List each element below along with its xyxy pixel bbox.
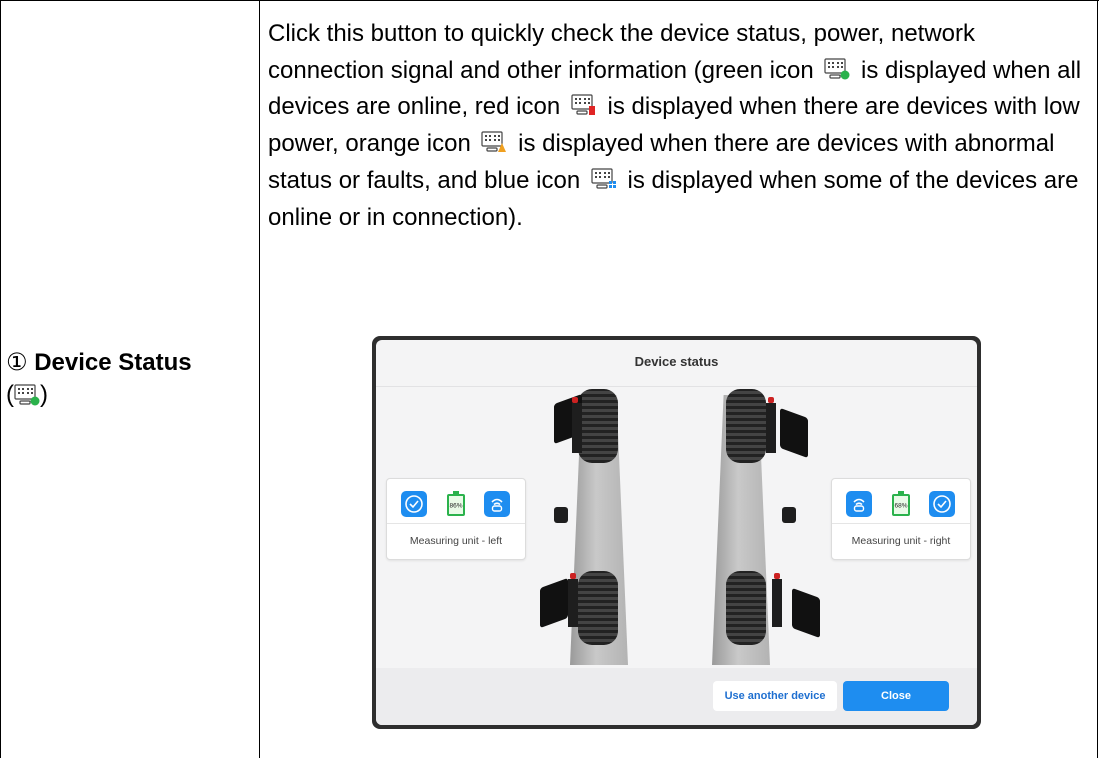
device-monitor-red-icon (571, 91, 597, 116)
unit-icons: 68% (832, 491, 970, 521)
clamp-rear-right (772, 579, 782, 627)
description: Click this button to quickly check the d… (268, 16, 1093, 236)
sensor-panel-front-right (780, 407, 808, 459)
clamp-red-marker (570, 573, 576, 579)
sensor-panel-rear-left (540, 577, 568, 629)
tire-front-right (726, 389, 766, 463)
table-border-top (0, 0, 1099, 1)
signal-icon (846, 491, 872, 517)
tire-front-left (578, 389, 618, 463)
check-icon (929, 491, 955, 517)
clamp-red-marker (572, 397, 578, 403)
device-monitor-green-icon (14, 383, 40, 406)
battery-icon: 86% (446, 491, 466, 517)
use-another-device-button[interactable]: Use another device (713, 681, 837, 711)
clamp-red-marker (774, 573, 780, 579)
battery-icon: 68% (891, 491, 911, 517)
dialog-body: 86% Measuring unit - left 68% Measuring … (376, 387, 977, 667)
measuring-unit-left-card[interactable]: 86% Measuring unit - left (386, 478, 526, 560)
tire-rear-right (726, 571, 766, 645)
close-button[interactable]: Close (843, 681, 949, 711)
tire-rear-left (578, 571, 618, 645)
label-title-line: ① Device Status (6, 347, 256, 379)
table-border-right (1097, 0, 1098, 758)
sensor-panel-rear-right (792, 587, 820, 639)
dialog-title: Device status (376, 340, 977, 387)
clamp-red-marker (768, 397, 774, 403)
device-monitor-green-icon (824, 55, 850, 80)
signal-icon (484, 491, 510, 517)
table-border-left (0, 0, 1, 758)
unit-label-right: Measuring unit - right (832, 523, 970, 560)
battery-right-text: 68% (894, 503, 907, 510)
label-title: Device Status (34, 349, 192, 376)
check-icon (401, 491, 427, 517)
device-monitor-blue-icon (591, 165, 617, 189)
measuring-unit-right-card[interactable]: 68% Measuring unit - right (831, 478, 971, 560)
circled-number: ① (6, 349, 28, 376)
device-status-dialog: Device status 86% Measuring unit - left … (376, 340, 977, 725)
clamp-rear-left (568, 579, 578, 627)
label-icon-line: () (6, 379, 256, 411)
middle-bracket-right (782, 507, 796, 523)
description-text: Click this button to quickly check the d… (268, 16, 1093, 236)
paren-open: ( (6, 381, 14, 408)
dialog-footer: Use another device Close (376, 668, 977, 725)
unit-icons: 86% (387, 491, 525, 521)
device-monitor-orange-icon (481, 128, 507, 153)
clamp-front-right (766, 403, 776, 453)
middle-bracket-left (554, 507, 568, 523)
label-cell: ① Device Status () (6, 347, 256, 411)
unit-label-left: Measuring unit - left (387, 523, 525, 560)
table-column-divider (259, 0, 260, 758)
device-status-screenshot: Device status 86% Measuring unit - left … (372, 336, 981, 729)
paren-close: ) (40, 381, 48, 408)
battery-left-text: 86% (449, 503, 462, 510)
clamp-front-left (572, 403, 582, 453)
